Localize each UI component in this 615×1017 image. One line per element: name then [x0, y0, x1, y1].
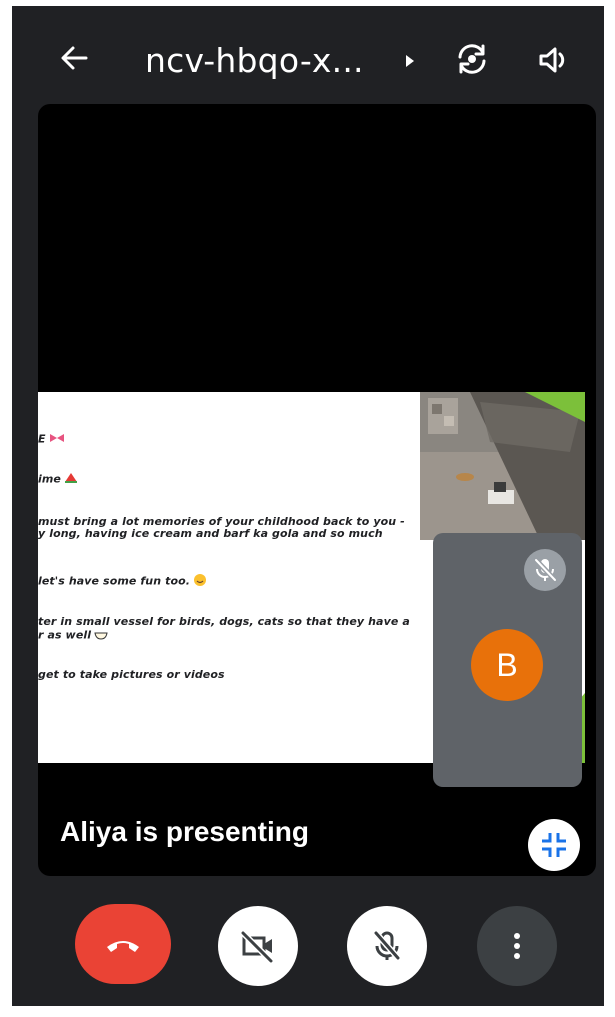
top-bar: ncv-hbqo-x... — [12, 6, 604, 106]
camera-switch-icon[interactable] — [452, 39, 492, 79]
slide-text-line: E — [38, 432, 65, 447]
slide-text-line: y long, having ice cream and barf ka gol… — [38, 527, 383, 540]
speaker-icon[interactable] — [536, 42, 572, 78]
bowl-icon — [94, 628, 108, 643]
slide-photo — [420, 392, 585, 540]
smiley-icon — [193, 573, 207, 590]
minimize-icon[interactable] — [528, 819, 580, 871]
end-call-button[interactable] — [75, 904, 171, 984]
watermelon-icon — [64, 472, 78, 487]
more-options-button[interactable] — [477, 906, 557, 986]
participant-tile[interactable]: B — [433, 533, 582, 787]
slide-text-line: let's have some fun too. — [38, 573, 207, 590]
presenting-label: Aliya is presenting — [60, 816, 309, 847]
mic-toggle-button[interactable] — [347, 906, 427, 986]
mic-off-icon — [373, 931, 401, 960]
slide-text-line: r as well — [38, 628, 108, 643]
ribbon-icon — [49, 432, 65, 447]
slide-text-line: ter in small vessel for birds, dogs, cat… — [38, 615, 410, 628]
slide-text-line: get to take pictures or videos — [38, 668, 225, 681]
expand-arrow-icon[interactable] — [404, 53, 416, 69]
back-arrow-icon[interactable] — [56, 40, 92, 76]
presentation-stage: E ime must bring a lot memories of your … — [38, 104, 596, 876]
meet-screen: ncv-hbqo-x... E ime must bring a lot mem… — [12, 6, 604, 1006]
camera-toggle-button[interactable] — [218, 906, 298, 986]
camera-off-icon — [240, 930, 274, 964]
mic-off-icon — [524, 549, 566, 591]
slide-decoration — [525, 392, 585, 422]
more-vert-icon — [514, 933, 520, 959]
avatar: B — [471, 629, 543, 701]
slide-text-line: ime — [38, 472, 78, 487]
meeting-title[interactable]: ncv-hbqo-x... — [145, 39, 364, 83]
end-call-icon — [107, 941, 139, 952]
